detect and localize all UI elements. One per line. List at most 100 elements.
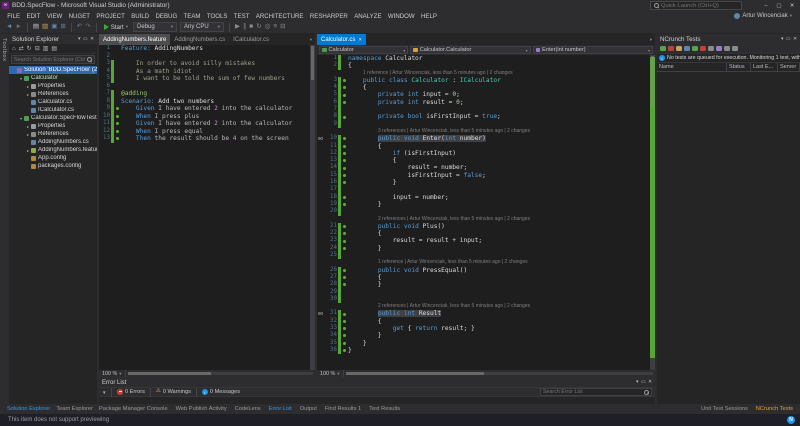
sync-with-active-document-icon[interactable]: ⇄ [19,45,24,52]
redo-icon[interactable]: ↷ [85,24,90,31]
collapse-all-icon[interactable]: ⊟ [35,45,40,52]
ncrunch-failed-icon[interactable] [700,46,706,52]
code-line[interactable]: 20 [317,208,650,215]
code-line[interactable]: 28 } [317,281,650,288]
bottom-tab-package-manager-console[interactable]: Package Manager Console [96,406,171,412]
tree-item[interactable]: ▸AddingNumbers.feature [9,146,97,154]
code-vertical-scrollbar[interactable] [650,55,655,370]
horizontal-scrollbar[interactable] [128,372,313,375]
column-header-server[interactable]: Server [778,63,800,71]
window-position-icon[interactable]: ▾ [78,37,80,42]
code-line[interactable]: 11 { [317,143,650,150]
code-line[interactable]: 32 { [317,318,650,325]
find-in-files-icon[interactable]: ◎ [265,24,271,31]
menu-tools[interactable]: TOOLS [204,13,231,20]
menu-team[interactable]: TEAM [180,13,203,20]
tab-icalculator-cs[interactable]: ICalculator.cs [229,34,273,45]
feature-line[interactable]: 5 I want to be told the sum of few numbe… [99,75,310,83]
ncrunch-ignored-icon[interactable] [708,46,714,52]
error-list-search-box[interactable] [540,388,652,396]
solution-search-box[interactable] [11,55,95,64]
codelens-line[interactable]: 1 reference | Artur Wincenciak, less tha… [317,259,650,266]
tab-overflow-icon[interactable]: ▾ [307,37,315,43]
bottom-tab-test-results[interactable]: Test Results [366,406,403,412]
forward-icon[interactable]: ► [15,24,21,31]
minimize-icon[interactable]: – [760,3,772,9]
user-account[interactable]: Artur Wincenciak ▾ [734,13,800,19]
bottom-tab-solution-explorer[interactable]: Solution Explorer [4,406,53,412]
column-header-status[interactable]: Status [727,63,751,71]
refresh-icon[interactable]: ↻ [256,24,261,31]
tree-item[interactable]: Calculator.cs [9,98,97,106]
code-line[interactable]: 13 { [317,157,650,164]
code-line[interactable]: 22 { [317,230,650,237]
feature-line[interactable]: 3 In order to avoid silly mistakes [99,60,310,68]
save-all-icon[interactable]: ⊞ [60,24,65,31]
errors-filter-button[interactable]: 0 Errors [117,389,144,395]
ncrunch-passed-icon[interactable] [692,46,698,52]
codelens-line[interactable]: 3 references | Artur Wincenciak, less th… [317,128,650,135]
error-list-search-input[interactable] [543,389,642,395]
menu-build[interactable]: BUILD [128,13,152,20]
tree-item[interactable]: ▾Calculator [9,74,97,82]
properties-icon[interactable]: ▥ [43,45,49,52]
tab-addingnumbers-feature[interactable]: AddingNumbers.feature [99,34,170,45]
tab-addingnumbers-cs[interactable]: AddingNumbers.cs [170,34,229,45]
ncrunch-engine-icon[interactable]: N [787,416,795,424]
code-line[interactable]: 24 } [317,245,650,252]
tree-item[interactable]: ▾Calculator.SpecFlowTests [9,114,97,122]
feature-line[interactable]: 9 Given I have entered 2 into the calcul… [99,105,310,113]
ncrunch-title[interactable]: NCrunch Tests ▾ ▭ ✕ [657,34,800,44]
zoom-control[interactable]: 100 % ▾ [317,370,344,377]
ncrunch-settings-icon[interactable] [724,46,730,52]
menu-test[interactable]: TEST [231,13,253,20]
tab-calculator-cs[interactable]: Calculator.cs ✕ [317,34,366,45]
window-position-icon[interactable]: ▾ [636,380,638,385]
tree-item[interactable]: Solution 'BDD.SpecFlow' (2 projects) [9,66,97,74]
code-line[interactable]: 9010 public void Enter(int number) [317,135,650,142]
quick-launch[interactable] [650,1,742,10]
code-line[interactable]: 18 input = number; [317,194,650,201]
column-header-name[interactable]: Name [657,63,727,71]
menu-window[interactable]: WINDOW [385,13,418,20]
window-position-icon[interactable]: ▾ [781,37,783,42]
code-line[interactable]: 1namespace Calculator [317,55,650,62]
tree-item[interactable]: packages.config [9,162,97,170]
feature-line[interactable]: 12 When I press equal [99,128,310,136]
scrollbar-thumb[interactable] [651,56,654,106]
pin-icon[interactable]: ▭ [641,380,646,385]
toolbox-tab[interactable]: Toolbox [0,34,9,404]
bottom-tab-team-explorer[interactable]: Team Explorer [53,406,96,412]
code-line[interactable]: 5 private int input = 0; [317,91,650,98]
tree-item[interactable]: ▸Properties [9,82,97,90]
menu-debug[interactable]: DEBUG [152,13,180,20]
menu-help[interactable]: HELP [418,13,440,20]
menu-analyze[interactable]: ANALYZE [351,13,385,20]
menu-nuget[interactable]: NUGET [65,13,93,20]
column-header-last-e-[interactable]: Last E... [751,63,778,71]
scrollbar-thumb[interactable] [346,372,484,375]
ncrunch-filter-icon[interactable] [732,46,738,52]
scrollbar-thumb[interactable] [128,372,211,375]
ncrunch-pause-icon[interactable] [676,46,682,52]
feature-line[interactable]: 13 Then the result should be 4 on the sc… [99,135,310,143]
ncrunch-queue-icon[interactable] [684,46,690,52]
breadcrumb-method[interactable]: Enter(int number)▾ [533,46,653,54]
code-line[interactable]: 25 [317,252,650,259]
bottom-tab-find-results-1[interactable]: Find Results 1 [322,406,364,412]
code-line[interactable]: 4 { [317,84,650,91]
tree-item[interactable]: ▸References [9,90,97,98]
code-line[interactable]: 3 public class Calculator : ICalculator [317,77,650,84]
ncrunch-stop-icon[interactable] [668,46,674,52]
code-line[interactable]: 36} [317,347,650,354]
menu-view[interactable]: VIEW [44,13,66,20]
close-icon[interactable]: ✕ [793,37,797,42]
code-line[interactable]: 26 public void PressEqual() [317,267,650,274]
bottom-tab-codelens[interactable]: CodeLens [232,406,264,412]
solution-search-input[interactable] [14,57,85,63]
error-list-title[interactable]: Error List ▾ ▭ ✕ [99,378,655,387]
menu-edit[interactable]: EDIT [23,13,43,20]
preview-selected-icon[interactable]: ▤ [51,45,57,52]
close-icon[interactable]: ✕ [648,380,652,385]
warnings-filter-button[interactable]: ⚠ 0 Warnings [156,389,191,395]
